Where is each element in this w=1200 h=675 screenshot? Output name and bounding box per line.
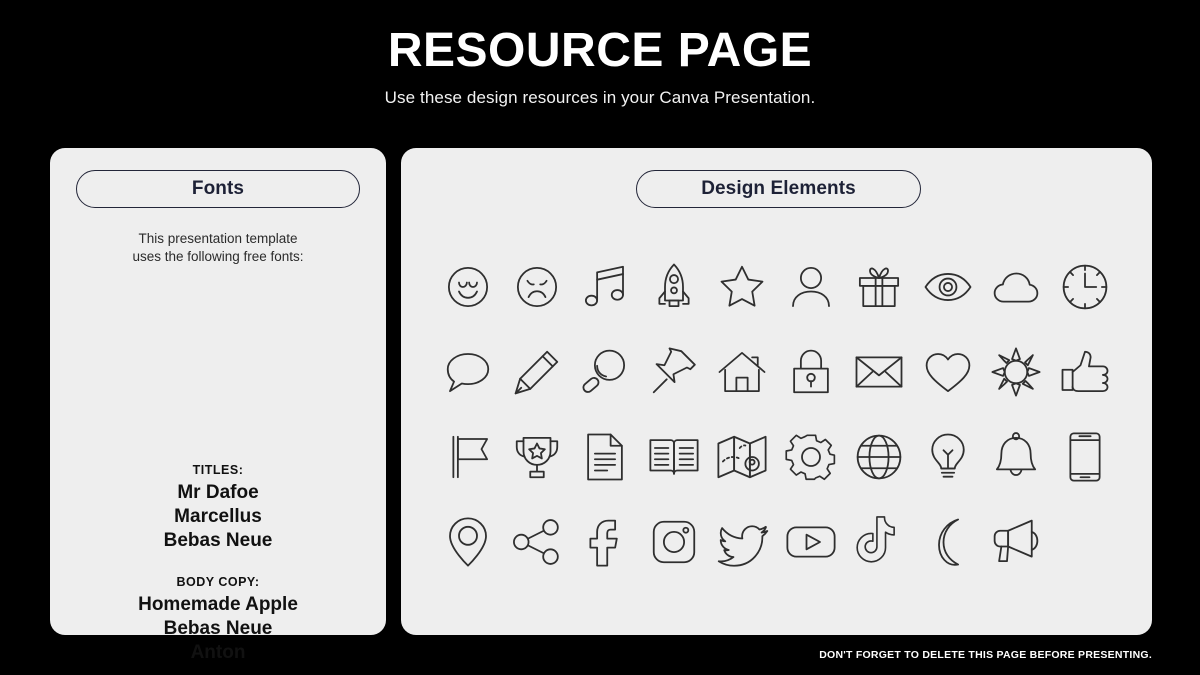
- clock-icon[interactable]: [1058, 260, 1112, 314]
- pencil-icon[interactable]: [510, 345, 564, 399]
- smartphone-icon[interactable]: [1058, 430, 1112, 484]
- star-icon[interactable]: [715, 260, 769, 314]
- lock-icon[interactable]: [784, 345, 838, 399]
- gift-icon[interactable]: [852, 260, 906, 314]
- heart-icon[interactable]: [921, 345, 975, 399]
- rocket-icon[interactable]: [647, 260, 701, 314]
- page-header: RESOURCE PAGE Use these design resources…: [0, 0, 1200, 108]
- instagram-icon[interactable]: [647, 515, 701, 569]
- globe-icon[interactable]: [852, 430, 906, 484]
- page-subtitle: Use these design resources in your Canva…: [384, 88, 816, 108]
- pushpin-icon[interactable]: [647, 345, 701, 399]
- user-icon[interactable]: [784, 260, 838, 314]
- delete-page-reminder-note: DON'T FORGET TO DELETE THIS PAGE BEFORE …: [819, 649, 1152, 661]
- location-pin-icon[interactable]: [441, 515, 495, 569]
- envelope-icon[interactable]: [852, 345, 906, 399]
- megaphone-icon[interactable]: [989, 515, 1043, 569]
- font-name-item: Homemade Apple: [138, 593, 298, 615]
- sun-icon[interactable]: [989, 345, 1043, 399]
- fonts-panel: Fonts This presentation template uses th…: [50, 148, 386, 662]
- fonts-intro-line-1: This presentation template: [138, 231, 298, 246]
- smiley-face-icon[interactable]: [441, 260, 495, 314]
- tiktok-icon[interactable]: [852, 515, 906, 569]
- map-icon[interactable]: [715, 430, 769, 484]
- fonts-panel-heading-pill: Fonts: [76, 170, 360, 208]
- thumbs-up-icon[interactable]: [1058, 345, 1112, 399]
- music-note-icon[interactable]: [578, 260, 632, 314]
- sad-face-icon[interactable]: [510, 260, 564, 314]
- document-icon[interactable]: [578, 430, 632, 484]
- eye-icon[interactable]: [921, 260, 975, 314]
- font-name-item: Anton: [190, 641, 246, 663]
- design-elements-heading-label: Design Elements: [701, 178, 856, 199]
- font-name-item: Bebas Neue: [163, 617, 273, 639]
- fonts-intro-line-2: uses the following free fonts:: [132, 248, 304, 264]
- magnifying-glass-icon[interactable]: [578, 345, 632, 399]
- font-group-body-copy: BODY COPY: Homemade Apple Bebas Neue Ant…: [50, 573, 386, 663]
- share-icon[interactable]: [510, 515, 564, 569]
- page-title: RESOURCE PAGE: [387, 24, 813, 77]
- facebook-icon[interactable]: [578, 515, 632, 569]
- open-book-icon[interactable]: [647, 430, 701, 484]
- font-group-titles: TITLES: Mr Dafoe Marcellus Bebas Neue: [50, 461, 386, 551]
- speech-bubble-icon[interactable]: [441, 345, 495, 399]
- cloud-icon[interactable]: [989, 260, 1043, 314]
- fonts-panel-heading-label: Fonts: [191, 178, 245, 199]
- bell-icon[interactable]: [989, 430, 1043, 484]
- font-group-body-copy-label: BODY COPY:: [176, 575, 260, 589]
- design-elements-icon-grid: [434, 244, 1119, 584]
- fonts-intro-text: This presentation template uses the foll…: [50, 230, 386, 266]
- font-name-item: Bebas Neue: [163, 529, 273, 551]
- font-group-titles-label: TITLES:: [192, 463, 244, 477]
- lightbulb-icon[interactable]: [921, 430, 975, 484]
- moon-icon[interactable]: [921, 515, 975, 569]
- design-elements-panel: Design Elements: [401, 148, 1152, 635]
- youtube-icon[interactable]: [784, 515, 838, 569]
- font-name-item: Mr Dafoe: [177, 481, 259, 503]
- trophy-icon[interactable]: [510, 430, 564, 484]
- font-name-item: Marcellus: [174, 505, 262, 527]
- twitter-icon[interactable]: [715, 515, 769, 569]
- gear-icon[interactable]: [784, 430, 838, 484]
- design-elements-heading-pill: Design Elements: [636, 170, 921, 208]
- flag-icon[interactable]: [441, 430, 495, 484]
- house-icon[interactable]: [715, 345, 769, 399]
